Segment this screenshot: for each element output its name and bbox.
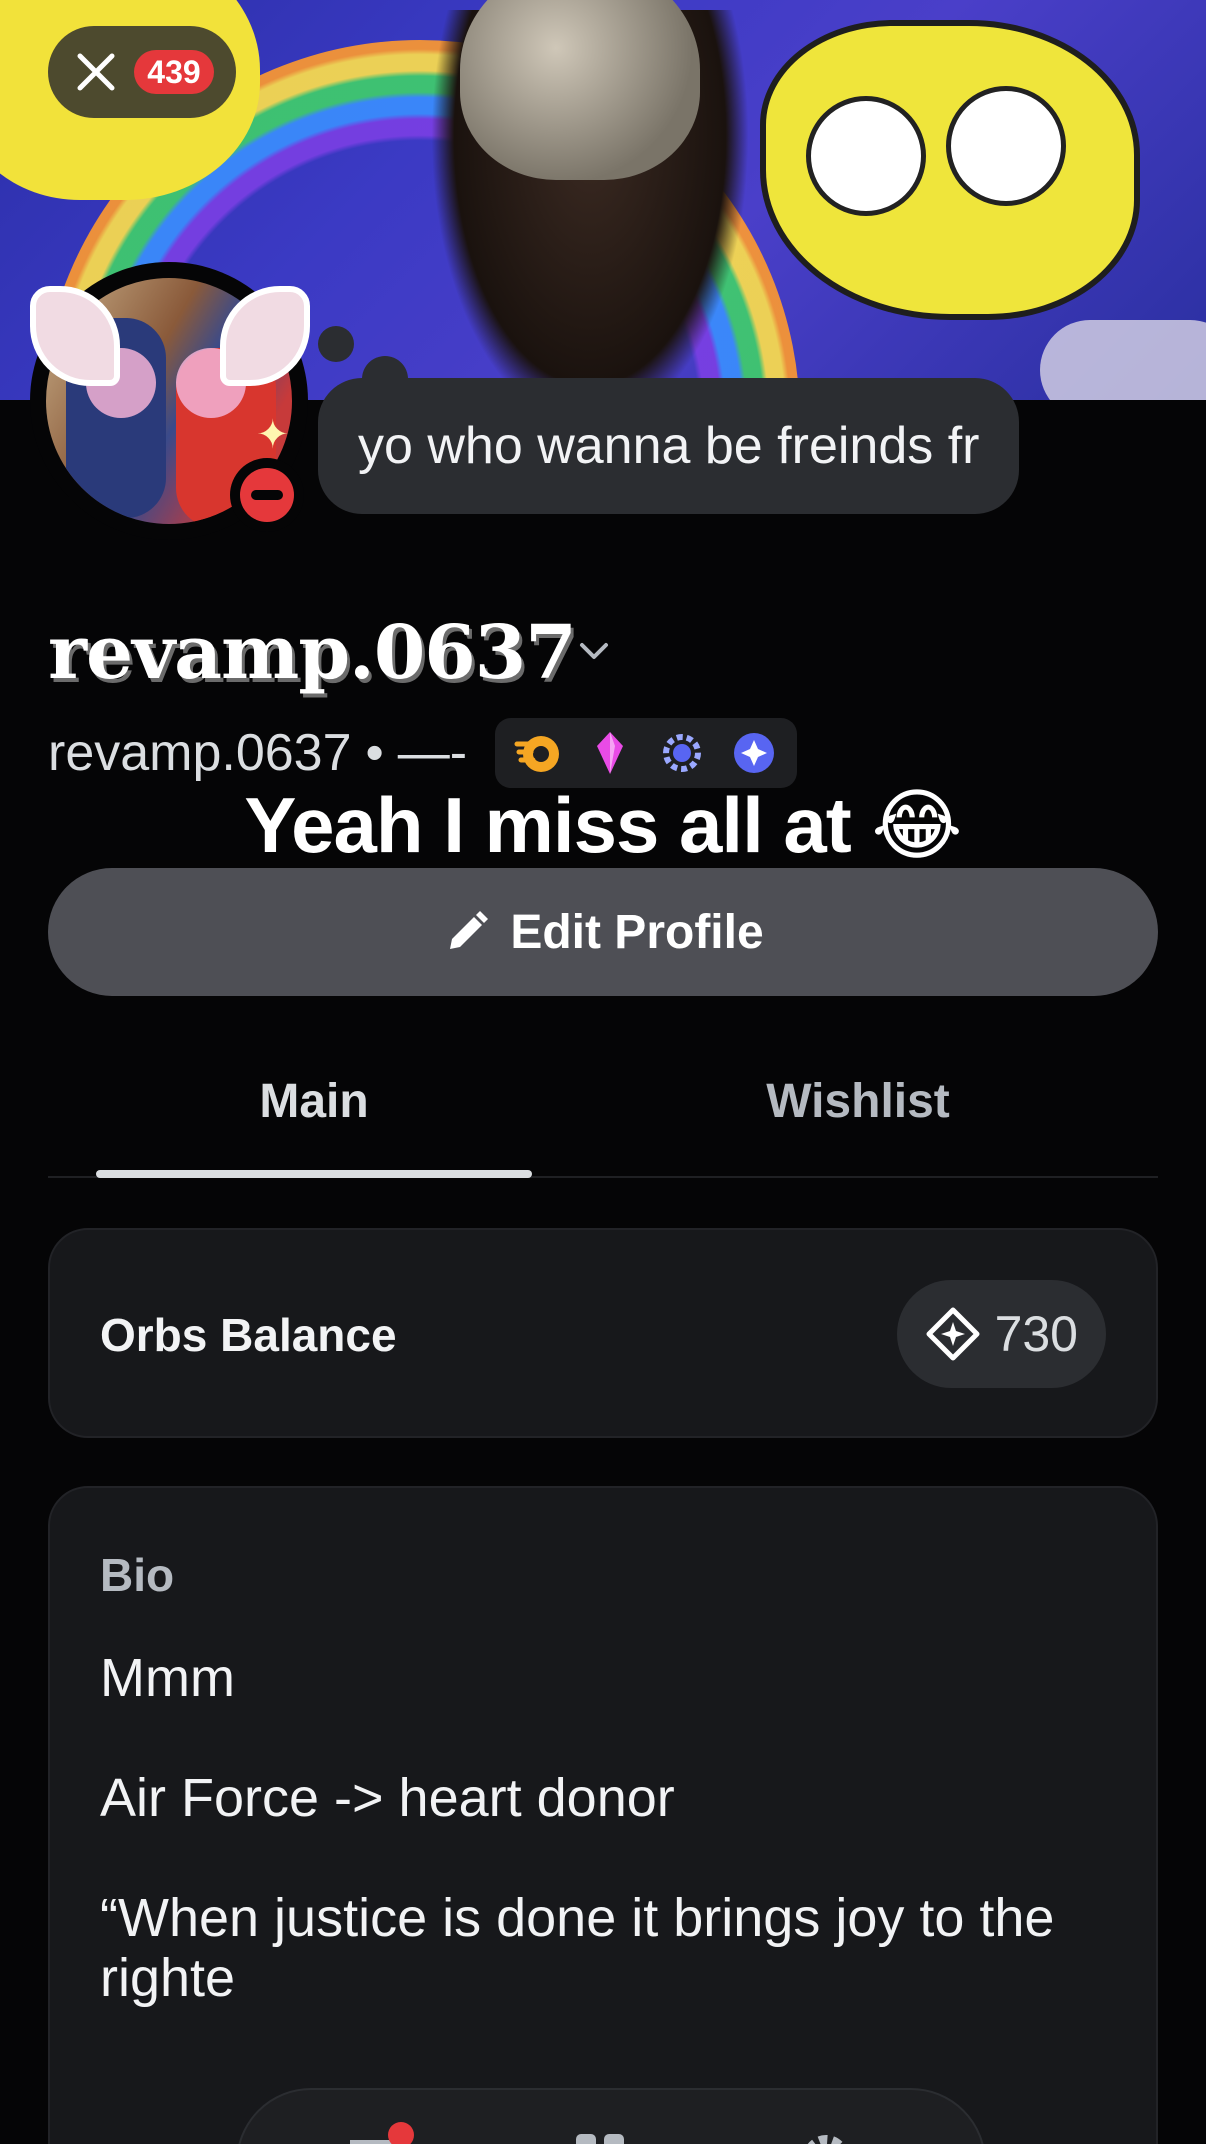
bio-title: Bio <box>100 1549 175 1601</box>
avatar[interactable]: ✦ <box>30 262 310 540</box>
edit-profile-label: Edit Profile <box>510 905 764 959</box>
username-row: revamp.0637 • —- <box>48 718 798 788</box>
profile-tabs: Main Wishlist <box>48 1040 1158 1178</box>
cat-eye-right <box>946 86 1066 206</box>
banner-clouds <box>1040 320 1206 400</box>
pencil-icon <box>450 911 489 949</box>
dnd-status-icon <box>230 458 304 532</box>
separator: • <box>365 724 384 782</box>
custom-status-bubble[interactable]: yo who wanna be freinds fr <box>318 378 1020 514</box>
banner-cartoon-cat <box>760 20 1140 320</box>
close-button[interactable]: 439 <box>48 26 236 118</box>
orange-quest-badge-icon[interactable] <box>513 728 563 778</box>
profile-screen: 439 ✦ yo who wanna be freinds fr revamp.… <box>0 0 1206 2144</box>
orb-icon <box>926 1307 980 1361</box>
overlay-caption: Yeah I miss all at 😂 <box>244 781 962 869</box>
edit-profile-button[interactable]: Edit Profile <box>48 868 1158 996</box>
sparkle-icon: ✦ <box>256 413 290 457</box>
notification-count-badge: 439 <box>134 50 214 94</box>
bottom-navigation <box>236 2088 986 2144</box>
orbs-balance-title: Orbs Balance <box>100 1309 397 1361</box>
badge-row[interactable] <box>495 718 798 788</box>
orbs-balance-card[interactable]: Orbs Balance 730 <box>48 1228 1158 1438</box>
unread-dot <box>388 2122 414 2144</box>
orb-badge-icon[interactable] <box>729 728 779 778</box>
laurel-badge-icon[interactable] <box>657 728 707 778</box>
tab-wishlist[interactable]: Wishlist <box>608 1040 1108 1178</box>
tab-main[interactable]: Main <box>96 1040 532 1178</box>
pronouns: —- <box>397 724 468 782</box>
bio-text: Mmm Air Force -> heart donor “When justi… <box>100 1648 1055 2008</box>
thought-dot-small <box>318 326 354 362</box>
orbs-amount: 730 <box>994 1306 1078 1362</box>
servers-icon[interactable] <box>568 2126 632 2144</box>
close-icon <box>77 53 115 91</box>
username: revamp.0637 <box>48 724 352 782</box>
pink-gem-badge-icon[interactable] <box>585 728 635 778</box>
cat-eye-left <box>806 96 926 216</box>
active-tab-indicator <box>96 1170 532 1178</box>
display-name: revamp.0637 <box>48 610 577 696</box>
bio-card: Bio Mmm Air Force -> heart donor “When j… <box>48 1486 1158 2144</box>
settings-gear-icon[interactable] <box>794 2126 858 2144</box>
banner-hat <box>460 0 700 180</box>
orbs-balance-pill[interactable]: 730 <box>896 1280 1106 1388</box>
chevron-down-icon[interactable] <box>574 636 614 666</box>
